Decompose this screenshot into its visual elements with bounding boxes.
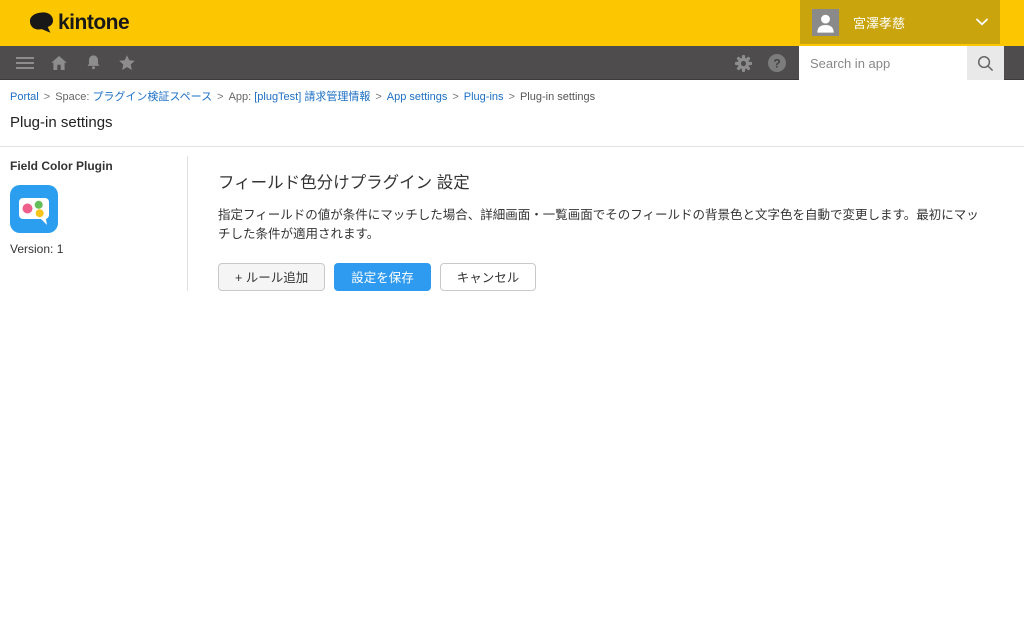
settings-gear-icon[interactable]	[726, 46, 760, 80]
app-header: kintone 宮澤孝慈	[0, 0, 1024, 46]
breadcrumb-portal[interactable]: Portal	[10, 91, 39, 103]
cancel-button[interactable]: キャンセル	[439, 262, 537, 291]
breadcrumb-separator: >	[43, 91, 51, 103]
breadcrumb-separator: >	[375, 91, 382, 103]
breadcrumb-separator: >	[508, 91, 515, 103]
global-navbar: ?	[0, 46, 1024, 80]
favorites-star-icon[interactable]	[110, 46, 144, 80]
breadcrumb-plugins[interactable]: Plug-ins	[464, 91, 504, 103]
save-settings-button[interactable]: 設定を保存	[334, 262, 431, 291]
breadcrumb-space-prefix: Space:	[55, 91, 90, 103]
plugin-sidebar: Field Color Plugin Version: 1	[0, 156, 188, 291]
plugin-name: Field Color Plugin	[10, 159, 113, 173]
search-button[interactable]	[967, 46, 1004, 80]
kintone-logo-icon	[28, 11, 55, 36]
breadcrumb: Portal > Space: プラグイン検証スペース > App: [plugTest] …	[0, 80, 1024, 104]
menu-hamburger-icon[interactable]	[8, 46, 42, 80]
add-rule-button[interactable]: + ルール追加	[218, 262, 326, 291]
plugin-settings-heading: フィールド色分けプラグイン 設定	[218, 174, 470, 192]
user-avatar	[812, 8, 839, 36]
breadcrumb-app-settings[interactable]: App settings	[387, 91, 448, 103]
plugin-version: Version: 1	[10, 242, 64, 256]
breadcrumb-separator: >	[217, 91, 224, 103]
navbar-right-icons: ?	[726, 46, 794, 80]
svg-text:?: ?	[773, 56, 780, 70]
breadcrumb-app[interactable]: [plugTest] 請求管理情報	[254, 91, 370, 103]
kintone-logo-text: kintone	[58, 11, 130, 34]
help-icon[interactable]: ?	[760, 46, 794, 80]
plugin-settings-panel: フィールド色分けプラグイン 設定 指定フィールドの値が条件にマッチした場合、詳細…	[188, 156, 1024, 291]
button-row: + ルール追加 設定を保存 キャンセル	[218, 262, 984, 291]
divider	[0, 146, 1024, 147]
search-icon	[976, 54, 995, 73]
plugin-icon	[10, 185, 177, 233]
notifications-bell-icon[interactable]	[76, 46, 110, 80]
kintone-logo[interactable]: kintone	[28, 11, 130, 36]
app-search	[799, 46, 1004, 80]
home-icon[interactable]	[42, 46, 76, 80]
page-title: Plug-in settings	[10, 114, 113, 131]
breadcrumb-space[interactable]: プラグイン検証スペース	[92, 91, 212, 103]
breadcrumb-separator: >	[452, 91, 459, 103]
content-area: Field Color Plugin Version: 1 フィールド色分けプラ…	[0, 156, 1024, 291]
breadcrumb-app-prefix: App:	[228, 91, 252, 103]
user-name: 宮澤孝慈	[853, 15, 906, 31]
plugin-settings-description: 指定フィールドの値が条件にマッチした場合、詳細画面・一覧画面でそのフィールドの背…	[218, 208, 979, 241]
search-input[interactable]	[799, 46, 967, 80]
breadcrumb-current: Plug-in settings	[519, 91, 596, 103]
user-menu[interactable]: 宮澤孝慈	[800, 0, 1000, 44]
chevron-down-icon	[976, 18, 988, 26]
